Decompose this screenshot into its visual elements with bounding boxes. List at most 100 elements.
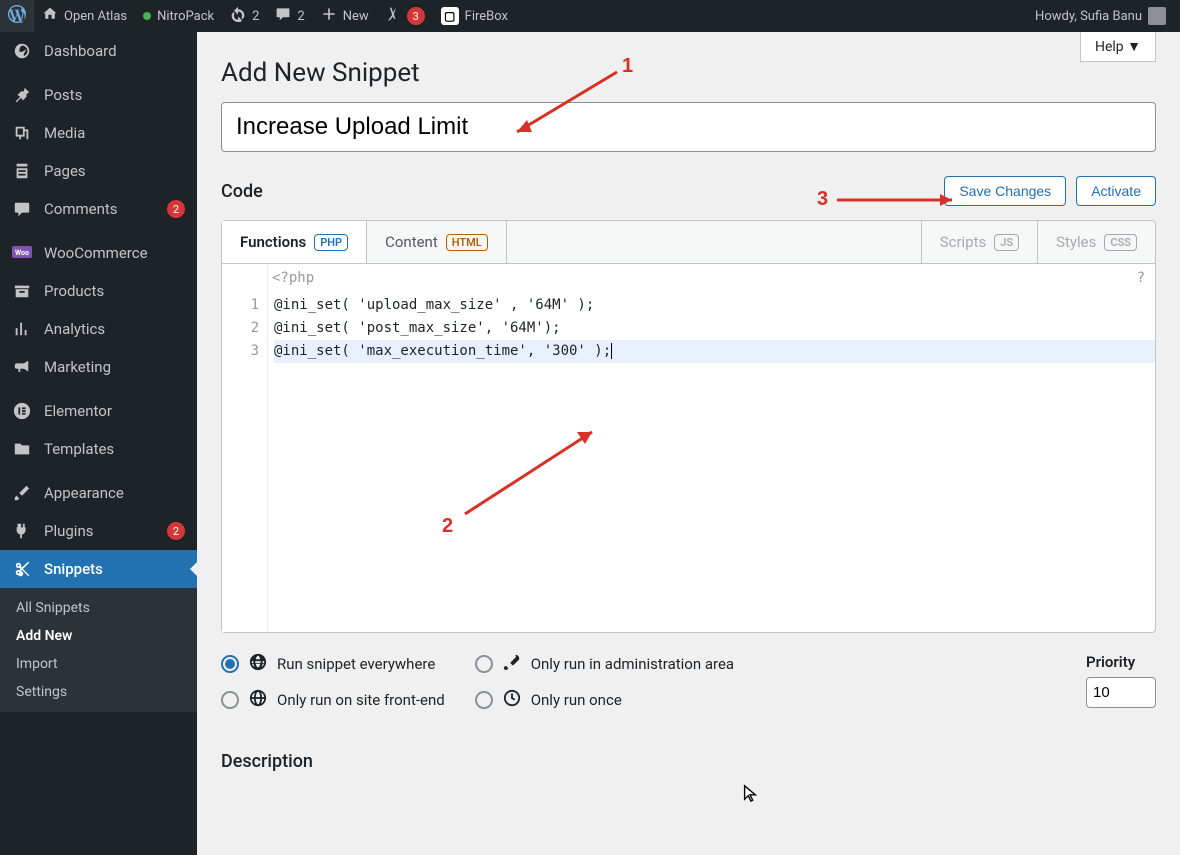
home-icon — [42, 6, 58, 26]
menu-label: Marketing — [44, 358, 111, 376]
updates-count: 2 — [252, 9, 259, 24]
plug-icon — [12, 522, 32, 540]
media-icon — [12, 124, 32, 142]
updates-icon — [230, 6, 246, 26]
submenu-settings[interactable]: Settings — [0, 678, 197, 706]
comment-icon — [12, 200, 32, 218]
plugins-badge: 2 — [167, 522, 185, 540]
scope-everywhere[interactable]: Run snippet everywhere — [221, 653, 445, 675]
yoast-link[interactable]: 3 — [377, 0, 433, 32]
comment-icon — [275, 6, 291, 26]
submenu-import[interactable]: Import — [0, 650, 197, 678]
new-label: New — [343, 9, 369, 24]
tab-label: Styles — [1056, 233, 1096, 251]
comments-badge: 2 — [167, 200, 185, 218]
avatar — [1148, 7, 1166, 25]
tab-scripts[interactable]: Scripts JS — [921, 221, 1038, 263]
scope-frontend[interactable]: Only run on site front-end — [221, 689, 445, 711]
submenu-add-new[interactable]: Add New — [0, 622, 197, 650]
user-account-link[interactable]: Howdy, Sufia Banu — [1035, 7, 1172, 25]
tab-functions[interactable]: Functions PHP — [222, 221, 367, 263]
submenu-all-snippets[interactable]: All Snippets — [0, 594, 197, 622]
menu-analytics[interactable]: Analytics — [0, 310, 197, 348]
menu-label: Snippets — [44, 560, 103, 578]
greeting-text: Howdy, Sufia Banu — [1035, 9, 1142, 24]
folder-icon — [12, 440, 32, 458]
site-name: Open Atlas — [64, 9, 127, 24]
updates-link[interactable]: 2 — [222, 0, 267, 32]
lang-chip-php: PHP — [314, 234, 348, 251]
help-tab[interactable]: Help ▼ — [1080, 32, 1156, 62]
wordpress-icon — [8, 5, 26, 27]
code-line-3: @ini_set( 'max_execution_time', '300' ); — [274, 343, 611, 359]
code-editor[interactable]: <?php ? 123 @ini_set( 'upload_max_size' … — [221, 263, 1156, 633]
yoast-badge: 3 — [407, 7, 425, 25]
activate-button[interactable]: Activate — [1076, 176, 1156, 206]
code-line-2: @ini_set( 'post_max_size', '64M'); — [274, 320, 561, 336]
scope-admin[interactable]: Only run in administration area — [475, 653, 734, 675]
brush-icon — [12, 484, 32, 502]
menu-label: Elementor — [44, 402, 112, 420]
tab-label: Scripts — [940, 233, 987, 251]
menu-pages[interactable]: Pages — [0, 152, 197, 190]
scope-label: Only run in administration area — [531, 655, 734, 673]
menu-plugins[interactable]: Plugins 2 — [0, 512, 197, 550]
chart-icon — [12, 320, 32, 338]
menu-marketing[interactable]: Marketing — [0, 348, 197, 386]
nitropack-link[interactable]: NitroPack — [135, 0, 222, 32]
menu-appearance[interactable]: Appearance — [0, 474, 197, 512]
firebox-link[interactable]: ▢ FireBox — [433, 0, 516, 32]
scope-options: Run snippet everywhere Only run in admin… — [221, 653, 734, 711]
menu-label: Templates — [44, 440, 114, 458]
status-dot-icon — [143, 12, 151, 20]
menu-label: Pages — [44, 162, 86, 180]
menu-woocommerce[interactable]: Woo WooCommerce — [0, 234, 197, 272]
scope-once[interactable]: Only run once — [475, 689, 734, 711]
scissors-icon — [12, 560, 32, 578]
menu-comments[interactable]: Comments 2 — [0, 190, 197, 228]
scope-label: Run snippet everywhere — [277, 655, 435, 673]
editor-help-icon[interactable]: ? — [1137, 270, 1145, 286]
radio-icon — [221, 655, 239, 673]
new-content-link[interactable]: New — [313, 0, 377, 32]
priority-input[interactable] — [1086, 677, 1156, 708]
menu-templates[interactable]: Templates — [0, 430, 197, 468]
site-name-link[interactable]: Open Atlas — [34, 0, 135, 32]
lang-chip-js: JS — [994, 234, 1019, 251]
menu-products[interactable]: Products — [0, 272, 197, 310]
menu-label: Analytics — [44, 320, 105, 338]
snippet-title-input[interactable] — [221, 102, 1156, 152]
radio-icon — [475, 655, 493, 673]
tab-content[interactable]: Content HTML — [367, 221, 507, 263]
menu-label: Comments — [44, 200, 118, 218]
menu-snippets[interactable]: Snippets — [0, 550, 197, 588]
radio-icon — [221, 691, 239, 709]
menu-label: Plugins — [44, 522, 93, 540]
menu-dashboard[interactable]: Dashboard — [0, 32, 197, 70]
snippets-submenu: All Snippets Add New Import Settings — [0, 588, 197, 712]
menu-media[interactable]: Media — [0, 114, 197, 152]
archive-icon — [12, 282, 32, 300]
menu-elementor[interactable]: Elementor — [0, 392, 197, 430]
wp-logo[interactable] — [0, 0, 34, 32]
firebox-icon: ▢ — [441, 7, 459, 25]
clock-icon — [503, 689, 521, 711]
code-section-label: Code — [221, 181, 263, 202]
yoast-icon — [385, 6, 401, 26]
tab-styles[interactable]: Styles CSS — [1038, 221, 1155, 263]
code-textarea[interactable]: @ini_set( 'upload_max_size' , '64M' ); @… — [268, 264, 1155, 632]
save-changes-button[interactable]: Save Changes — [944, 176, 1066, 206]
elementor-icon — [12, 402, 32, 420]
radio-icon — [475, 691, 493, 709]
menu-label: Posts — [44, 86, 82, 104]
comments-link[interactable]: 2 — [267, 0, 312, 32]
globe-icon — [249, 689, 267, 711]
menu-label: WooCommerce — [44, 244, 148, 262]
tab-label: Content — [385, 233, 438, 251]
lang-chip-css: CSS — [1104, 234, 1137, 251]
pin-icon — [12, 86, 32, 104]
globe-icon — [249, 653, 267, 675]
main-content: Help ▼ Add New Snippet Code Save Changes… — [197, 32, 1180, 855]
menu-posts[interactable]: Posts — [0, 76, 197, 114]
menu-label: Media — [44, 124, 85, 142]
